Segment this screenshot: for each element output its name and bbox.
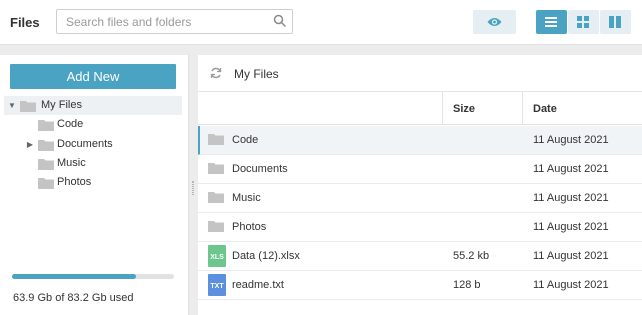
columns-icon — [609, 16, 621, 28]
table-header: Size Date — [198, 92, 642, 125]
folder-icon — [38, 120, 54, 131]
folder-icon — [38, 178, 54, 189]
folder-icon — [38, 140, 54, 151]
caret-down-icon[interactable]: ▼ — [7, 96, 17, 115]
folder-icon — [20, 101, 36, 112]
sidebar: Add New ▼ My Files Code ▶ Documents Musi… — [0, 55, 189, 315]
file-size: 55.2 kb — [453, 250, 490, 262]
top-toolbar: Files — [0, 0, 642, 45]
file-type-tag: XLS — [210, 254, 224, 261]
table-row[interactable]: TXT readme.txt 128 b 11 August 2021 — [198, 271, 642, 300]
table-row[interactable]: Music 11 August 2021 — [198, 184, 642, 213]
columns-view-button[interactable] — [600, 10, 631, 34]
tree-item-label: Documents — [57, 138, 113, 150]
preview-toggle-button[interactable] — [473, 10, 516, 34]
folder-icon — [38, 159, 54, 170]
folder-icon — [208, 192, 224, 203]
tree-item-documents[interactable]: ▶ Documents — [4, 135, 182, 154]
app-title: Files — [10, 15, 40, 30]
panel-resize-handle[interactable] — [189, 55, 198, 315]
file-name: Music — [232, 192, 261, 204]
file-name: Data (12).xlsx — [232, 250, 300, 262]
search-icon[interactable] — [273, 14, 287, 28]
file-type-tag: TXT — [210, 283, 224, 290]
list-view-button[interactable] — [536, 10, 567, 34]
tree-item-label: My Files — [41, 99, 82, 111]
grid-icon — [577, 16, 589, 28]
search-box[interactable] — [56, 9, 293, 34]
refresh-icon[interactable] — [210, 67, 222, 79]
tree-item-music[interactable]: Music — [4, 154, 182, 173]
table-row[interactable]: XLS Data (12).xlsx 55.2 kb 11 August 202… — [198, 242, 642, 271]
storage-usage-bar — [12, 274, 174, 279]
tree-item-label: Photos — [57, 176, 92, 188]
tree-item-photos[interactable]: Photos — [4, 173, 182, 192]
grip-icon — [192, 181, 194, 195]
table-row[interactable]: Documents 11 August 2021 — [198, 155, 642, 184]
tree-item-label: Music — [57, 157, 86, 169]
grid-view-button[interactable] — [568, 10, 599, 34]
file-date: 11 August 2021 — [533, 134, 609, 146]
folder-icon — [208, 221, 224, 232]
table-row[interactable]: Photos 11 August 2021 — [198, 213, 642, 242]
file-list-panel: My Files Size Date Code 11 August 2021 D… — [198, 55, 642, 315]
file-name: Code — [232, 134, 259, 146]
file-date: 11 August 2021 — [533, 250, 609, 262]
file-date: 11 August 2021 — [533, 279, 609, 291]
tree-item-my-files[interactable]: ▼ My Files — [4, 96, 182, 115]
current-path: My Files — [234, 67, 279, 81]
caret-right-icon[interactable]: ▶ — [25, 135, 35, 154]
list-icon — [545, 17, 557, 27]
column-header-date[interactable]: Date — [533, 103, 557, 115]
breadcrumb: My Files — [198, 55, 642, 92]
file-date: 11 August 2021 — [533, 221, 609, 233]
file-size: 128 b — [453, 279, 481, 291]
folder-icon — [208, 134, 224, 145]
file-date: 11 August 2021 — [533, 163, 609, 175]
storage-usage-text: 63.9 Gb of 83.2 Gb used — [13, 292, 134, 304]
column-header-size[interactable]: Size — [453, 103, 475, 115]
tree-item-label: Code — [57, 118, 84, 130]
file-date: 11 August 2021 — [533, 192, 609, 204]
text-file-icon: TXT — [208, 274, 226, 296]
folder-icon — [208, 163, 224, 174]
column-divider[interactable] — [442, 92, 443, 125]
search-input[interactable] — [57, 10, 267, 33]
file-name: Documents — [232, 163, 288, 175]
file-name: Photos — [232, 221, 267, 233]
add-new-button[interactable]: Add New — [10, 64, 176, 89]
file-name: readme.txt — [232, 279, 284, 291]
tree-item-code[interactable]: Code — [4, 115, 182, 134]
eye-icon — [487, 18, 502, 26]
column-divider[interactable] — [522, 92, 523, 125]
table-row[interactable]: Code 11 August 2021 — [198, 126, 642, 155]
storage-usage-fill — [12, 274, 137, 279]
spreadsheet-file-icon: XLS — [208, 245, 226, 267]
